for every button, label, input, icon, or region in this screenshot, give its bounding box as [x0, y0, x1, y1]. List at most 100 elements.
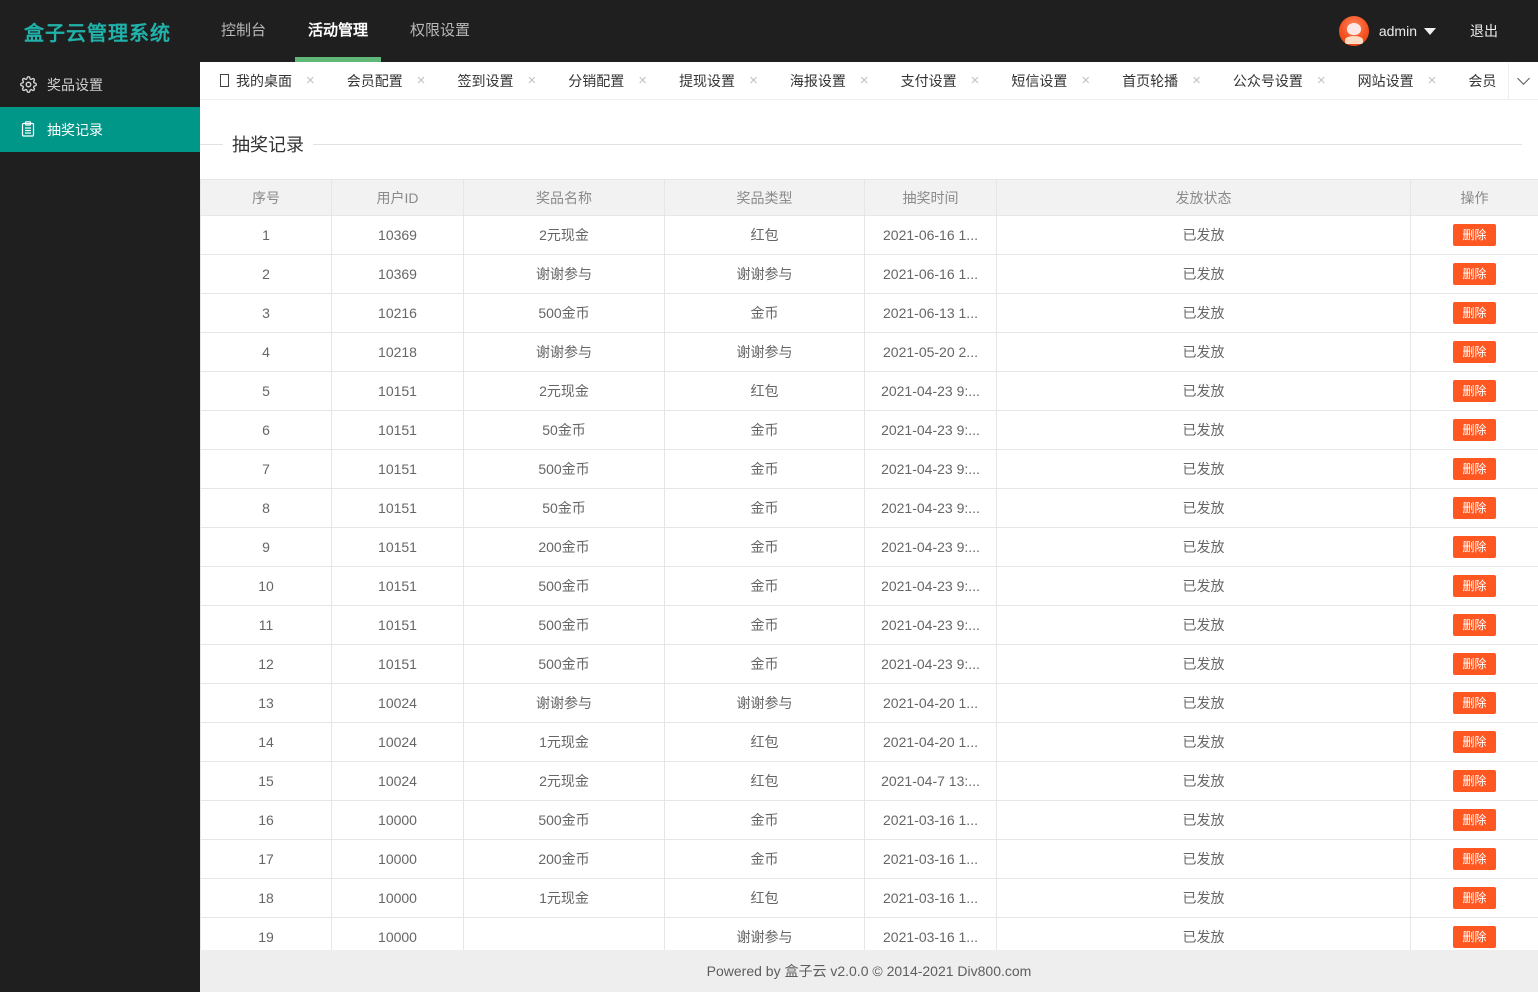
tab-checkin-settings[interactable]: 签到设置 × [442, 62, 553, 99]
tab-label: 分销配置 [568, 72, 625, 89]
sidebar: 奖品设置 抽奖记录 [0, 62, 200, 992]
top-header: 盒子云管理系统 控制台 活动管理 权限设置 admin 退出 [0, 0, 1538, 62]
delete-button[interactable]: 删除 [1453, 380, 1496, 402]
delete-button[interactable]: 删除 [1453, 809, 1496, 831]
cell-draw-time: 2021-04-20 1... [864, 722, 997, 762]
table-row: 7 10151 500金币 金币 2021-04-23 9:... 已发放 删除 [200, 449, 1538, 489]
table-row: 16 10000 500金币 金币 2021-03-16 1... 已发放 删除 [200, 800, 1538, 840]
tab-close-icon[interactable]: × [1081, 73, 1090, 88]
delete-button[interactable]: 删除 [1453, 224, 1496, 246]
cell-action: 删除 [1410, 527, 1538, 567]
tab-label: 公众号设置 [1232, 72, 1303, 89]
tab-close-icon[interactable]: × [638, 73, 647, 88]
nav-item-activity[interactable]: 活动管理 [287, 0, 389, 62]
tab-label: 会员 [1468, 72, 1497, 89]
cell-prize-name: 谢谢参与 [463, 254, 665, 294]
tab-poster-settings[interactable]: 海报设置 × [774, 62, 885, 99]
tab-member-config[interactable]: 会员配置 × [331, 62, 442, 99]
cell-prize-name: 2元现金 [463, 215, 665, 255]
nav-item-console[interactable]: 控制台 [200, 0, 287, 62]
tab-withdrawal[interactable]: 提现设置 × [663, 62, 774, 99]
table-row: 9 10151 200金币 金币 2021-04-23 9:... 已发放 删除 [200, 527, 1538, 567]
cell-action: 删除 [1410, 761, 1538, 801]
tab-close-icon[interactable]: × [417, 73, 426, 88]
delete-button[interactable]: 删除 [1453, 887, 1496, 909]
delete-button[interactable]: 删除 [1453, 341, 1496, 363]
tab-sms-settings[interactable]: 短信设置 × [995, 62, 1106, 99]
cell-draw-time: 2021-04-23 9:... [864, 410, 997, 450]
delete-button[interactable]: 删除 [1453, 692, 1496, 714]
cell-action: 删除 [1410, 293, 1538, 333]
delete-button[interactable]: 删除 [1453, 614, 1496, 636]
tab-close-icon[interactable]: × [1192, 73, 1201, 88]
cell-user-id: 10151 [331, 605, 464, 645]
delete-button[interactable]: 删除 [1453, 458, 1496, 480]
tab-label: 海报设置 [789, 72, 846, 89]
delete-button[interactable]: 删除 [1453, 731, 1496, 753]
cell-status: 已发放 [996, 800, 1411, 840]
table-row: 3 10216 500金币 金币 2021-06-13 1... 已发放 删除 [200, 293, 1538, 333]
tab-desktop[interactable]: 我的桌面 × [204, 62, 331, 99]
cell-index: 4 [200, 332, 332, 372]
cell-index: 12 [200, 644, 332, 684]
user-avatar[interactable] [1338, 16, 1369, 46]
delete-button[interactable]: 删除 [1453, 653, 1496, 675]
cell-status: 已发放 [996, 566, 1411, 606]
delete-button[interactable]: 删除 [1453, 536, 1496, 558]
tab-label: 签到设置 [457, 72, 514, 89]
cell-action: 删除 [1410, 371, 1538, 411]
cell-prize-type: 红包 [664, 722, 865, 762]
tab-close-icon[interactable]: × [749, 73, 758, 88]
tab-close-icon[interactable]: × [860, 73, 869, 88]
cell-index: 13 [200, 683, 332, 723]
cell-prize-type: 金币 [664, 527, 865, 567]
delete-button[interactable]: 删除 [1453, 302, 1496, 324]
column-header-index: 序号 [200, 179, 332, 216]
tab-official-account[interactable]: 公众号设置 × [1217, 62, 1342, 99]
cell-status: 已发放 [996, 839, 1411, 879]
tab-close-icon[interactable]: × [306, 73, 315, 88]
delete-button[interactable]: 删除 [1453, 497, 1496, 519]
cell-draw-time: 2021-04-23 9:... [864, 566, 997, 606]
username-label[interactable]: admin [1379, 23, 1417, 39]
sidebar-item-prize-settings[interactable]: 奖品设置 [0, 62, 200, 107]
delete-button[interactable]: 删除 [1453, 848, 1496, 870]
tab-home-carousel[interactable]: 首页轮播 × [1106, 62, 1217, 99]
delete-button[interactable]: 删除 [1453, 926, 1496, 948]
logout-button[interactable]: 退出 [1470, 21, 1498, 41]
cell-action: 删除 [1410, 410, 1538, 450]
cell-draw-time: 2021-04-7 13:... [864, 761, 997, 801]
tab-label: 我的桌面 [236, 72, 292, 89]
cell-prize-type: 红包 [664, 371, 865, 411]
tab-close-icon[interactable]: × [971, 73, 980, 88]
tab-distribution[interactable]: 分销配置 × [552, 62, 663, 99]
cell-status: 已发放 [996, 410, 1411, 450]
tab-payment-settings[interactable]: 支付设置 × [885, 62, 996, 99]
delete-button[interactable]: 删除 [1453, 419, 1496, 441]
cell-prize-type: 金币 [664, 644, 865, 684]
tab-close-icon[interactable]: × [1428, 73, 1437, 88]
tab-label: 提现设置 [679, 72, 736, 89]
cell-prize-type: 红包 [664, 215, 865, 255]
cell-action: 删除 [1410, 878, 1538, 918]
cell-draw-time: 2021-04-23 9:... [864, 449, 997, 489]
delete-button[interactable]: 删除 [1453, 263, 1496, 285]
nav-item-permission[interactable]: 权限设置 [389, 0, 491, 62]
cell-index: 10 [200, 566, 332, 606]
caret-down-icon[interactable] [1424, 27, 1436, 35]
tab-overflow-button[interactable] [1508, 62, 1538, 99]
tab-close-icon[interactable]: × [1317, 73, 1326, 88]
cell-draw-time: 2021-03-16 1... [864, 800, 997, 840]
cell-status: 已发放 [996, 644, 1411, 684]
page-title: 抽奖记录 [232, 135, 304, 155]
tab-close-icon[interactable]: × [528, 73, 537, 88]
cell-prize-type: 红包 [664, 761, 865, 801]
delete-button[interactable]: 删除 [1453, 770, 1496, 792]
delete-button[interactable]: 删除 [1453, 575, 1496, 597]
table-row: 17 10000 200金币 金币 2021-03-16 1... 已发放 删除 [200, 839, 1538, 879]
tab-website-settings[interactable]: 网站设置 × [1342, 62, 1453, 99]
cell-user-id: 10024 [331, 761, 464, 801]
sidebar-item-lottery-records[interactable]: 抽奖记录 [0, 107, 200, 152]
cell-prize-type: 金币 [664, 410, 865, 450]
tab-member[interactable]: 会员 [1452, 62, 1512, 99]
